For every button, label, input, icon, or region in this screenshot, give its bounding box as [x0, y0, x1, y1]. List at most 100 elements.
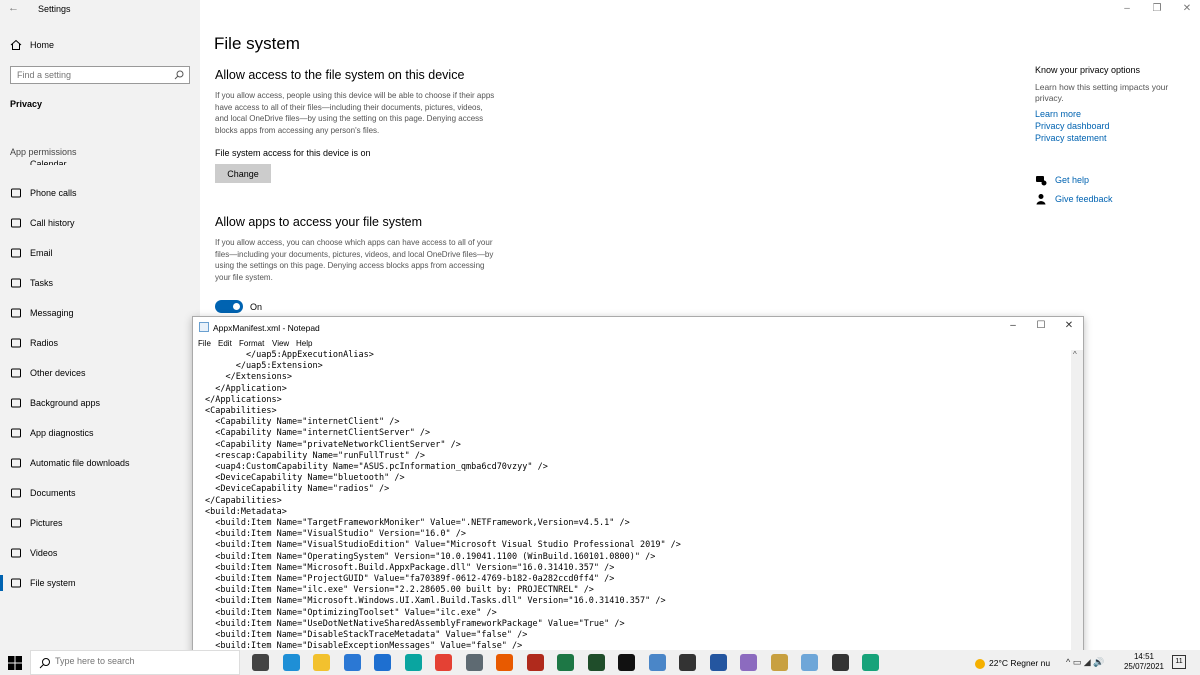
sidebar-item-calendar[interactable]: Calendar: [0, 153, 200, 165]
privacy-statement-link[interactable]: Privacy statement: [1035, 133, 1107, 143]
tasks-icon: [11, 278, 21, 288]
paint-icon[interactable]: [740, 654, 757, 671]
app-teal-icon[interactable]: [404, 654, 422, 671]
menu-view[interactable]: View: [272, 339, 289, 348]
store-icon[interactable]: [343, 654, 361, 671]
sidebar-item-documents[interactable]: Documents: [0, 482, 200, 504]
clock-time: 14:51: [1133, 652, 1155, 661]
text-line: <build:Item Name="ProjectGUID" Value="fa…: [205, 574, 615, 585]
menu-help[interactable]: Help: [296, 339, 312, 348]
learn-more-link[interactable]: Learn more: [1035, 109, 1081, 119]
sidebar-item-messaging[interactable]: Messaging: [0, 302, 200, 324]
change-button[interactable]: Change: [215, 164, 271, 183]
notepad-titlebar[interactable]: AppxManifest.xml - Notepad – ☐ ✕: [193, 317, 1083, 337]
page-title: File system: [214, 34, 300, 53]
sidebar-item-email[interactable]: Email: [0, 242, 200, 264]
text-line: </uap5:AppExecutionAlias>: [205, 350, 374, 360]
chrome-icon[interactable]: [435, 654, 452, 671]
notepad-scrollbar[interactable]: ^: [1071, 350, 1083, 655]
sidebar-item-tasks[interactable]: Tasks: [0, 272, 200, 294]
file-explorer-icon[interactable]: [313, 654, 330, 671]
text-line: <rescap:Capability Name="runFullTrust" /…: [205, 450, 426, 461]
notepad-text-area[interactable]: </uap5:AppExecutionAlias> </uap5:Extensi…: [205, 350, 1065, 655]
system-tray[interactable]: ^ ▭ ◢ 🔊: [1066, 657, 1104, 668]
sidebar-item-videos[interactable]: Videos: [0, 542, 200, 564]
text-line: <uap4:CustomCapability Name="ASUS.pcInfo…: [205, 462, 548, 473]
windows-start-icon[interactable]: [8, 656, 22, 670]
sidebar-item-other-devices[interactable]: Other devices: [0, 362, 200, 384]
notepad-minimize-icon[interactable]: –: [1003, 320, 1023, 334]
text-line: <build:Item Name="VisualStudioEdition" V…: [205, 540, 681, 551]
text-line: <DeviceCapability Name="radios" />: [205, 484, 390, 495]
menu-edit[interactable]: Edit: [218, 339, 232, 348]
tool-icon[interactable]: [648, 654, 666, 671]
diagnostics-icon: [11, 428, 21, 438]
settings-gear-icon[interactable]: [831, 654, 849, 671]
game-icon[interactable]: [526, 654, 544, 671]
taskbar-search-input[interactable]: [55, 656, 235, 666]
sidebar-item-app-diagnostics[interactable]: App diagnostics: [0, 422, 200, 444]
excel-icon[interactable]: [557, 654, 574, 671]
back-button[interactable]: ←: [8, 2, 26, 18]
home-nav-item[interactable]: Home: [0, 36, 200, 56]
mail-app-icon[interactable]: [374, 654, 391, 671]
text-line: <build:Item Name="ilc.exe" Version="2.2.…: [205, 585, 594, 596]
give-feedback-link[interactable]: Give feedback: [1035, 192, 1155, 206]
notepad-icon[interactable]: [801, 654, 818, 671]
text-line: <Capability Name="internetClient" />: [205, 417, 400, 428]
close-icon[interactable]: ✕: [1178, 3, 1196, 17]
notification-center-icon[interactable]: 11: [1172, 655, 1186, 669]
search-app-icon[interactable]: [496, 654, 513, 671]
section-title-device: Allow access to the file system on this …: [215, 68, 465, 82]
video-icon: [11, 548, 21, 558]
mail-icon: [11, 248, 21, 258]
sidebar-item-automatic-file-downloads[interactable]: Automatic file downloads: [0, 452, 200, 474]
text-line: <build:Item Name="OperatingSystem" Versi…: [205, 551, 656, 562]
sidebar-item-call-history[interactable]: Call history: [0, 212, 200, 234]
restore-icon[interactable]: ❐: [1148, 3, 1166, 17]
powershell-icon[interactable]: [709, 654, 727, 671]
sidebar-item-file-system[interactable]: File system: [0, 572, 200, 594]
notepad-maximize-icon[interactable]: ☐: [1031, 320, 1051, 334]
search-icon: [174, 70, 184, 80]
notepad-close-icon[interactable]: ✕: [1059, 320, 1079, 334]
text-line: <Capability Name="privateNetworkClientSe…: [205, 439, 461, 450]
menu-file[interactable]: File: [198, 339, 211, 348]
scroll-up-icon[interactable]: ^: [1073, 350, 1077, 359]
minimize-icon[interactable]: –: [1118, 3, 1136, 17]
menu-format[interactable]: Format: [239, 339, 264, 348]
terminal-green-icon[interactable]: [587, 654, 605, 671]
lock-icon[interactable]: [679, 654, 696, 671]
phone-icon: [11, 188, 21, 198]
notepad-title: AppxManifest.xml - Notepad: [213, 323, 320, 333]
apps-access-toggle[interactable]: [215, 300, 243, 313]
text-line: <build:Metadata>: [205, 506, 287, 517]
privacy-dashboard-link[interactable]: Privacy dashboard: [1035, 121, 1110, 131]
picture-icon: [11, 518, 21, 528]
text-line: </Extensions>: [205, 372, 292, 383]
home-icon: [10, 39, 22, 50]
sidebar-item-phone-calls[interactable]: Phone calls: [0, 182, 200, 204]
taskbar-search[interactable]: [30, 650, 240, 675]
get-help-link[interactable]: Get help: [1035, 173, 1155, 187]
text-line: <build:Item Name="OptimizingToolset" Val…: [205, 607, 497, 618]
clock-app-icon[interactable]: [770, 654, 788, 671]
text-line: <build:Item Name="VisualStudio" Version=…: [205, 529, 466, 540]
sidebar-item-radios[interactable]: Radios: [0, 332, 200, 354]
edge-dev-icon[interactable]: [862, 654, 879, 671]
notepad-window[interactable]: AppxManifest.xml - Notepad – ☐ ✕ File Ed…: [192, 316, 1084, 656]
section-desc-device: If you allow access, people using this d…: [215, 91, 495, 135]
window-title: Settings: [38, 4, 71, 14]
weather-widget[interactable]: 22°C Regner nu: [975, 658, 1050, 669]
edge-icon[interactable]: [282, 654, 300, 671]
sidebar-item-background-apps[interactable]: Background apps: [0, 392, 200, 414]
app-gray-icon[interactable]: [465, 654, 483, 671]
text-line: </uap5:Extension>: [205, 361, 323, 372]
cmd-icon[interactable]: [618, 654, 635, 671]
sidebar-item-pictures[interactable]: Pictures: [0, 512, 200, 534]
task-view-icon[interactable]: [252, 654, 269, 671]
find-setting-search[interactable]: [10, 66, 190, 84]
find-setting-input[interactable]: [11, 67, 161, 83]
radio-icon: [11, 338, 21, 348]
clock[interactable]: 14:51 25/07/2021: [1122, 652, 1166, 672]
